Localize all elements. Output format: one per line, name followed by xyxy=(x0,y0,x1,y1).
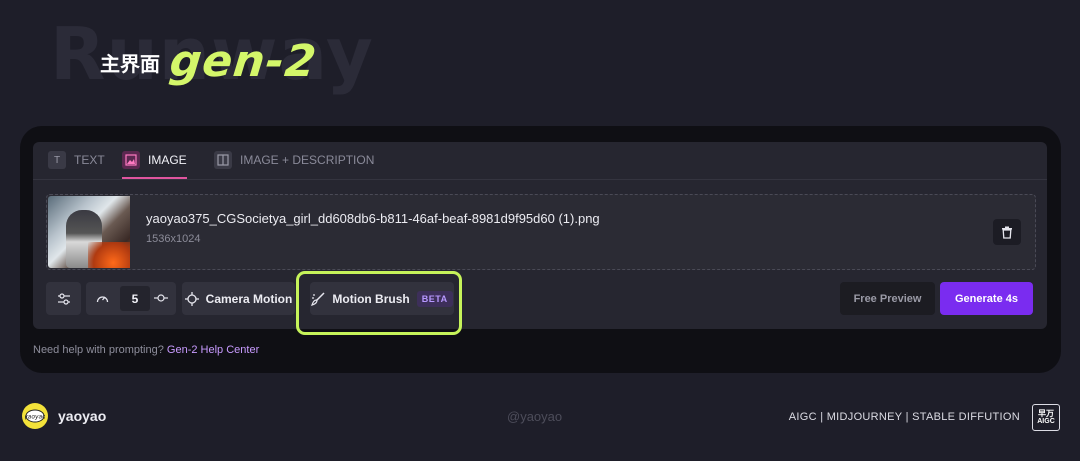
text-icon: T xyxy=(48,151,66,169)
tab-image-description[interactable]: IMAGE + DESCRIPTION xyxy=(214,142,374,178)
image-icon xyxy=(122,151,140,169)
author-block: yaoyao yaoyao xyxy=(22,403,106,429)
tab-label: IMAGE + DESCRIPTION xyxy=(240,153,375,167)
help-center-link[interactable]: Gen-2 Help Center xyxy=(167,344,259,356)
motion-speed-control[interactable]: 5 xyxy=(86,282,176,315)
footer-tags: AIGC | MIDJOURNEY | STABLE DIFFUTION xyxy=(788,411,1020,423)
beta-badge: BETA xyxy=(416,290,453,307)
title-chinese: 主界面 xyxy=(100,51,160,76)
trash-icon xyxy=(1002,226,1012,239)
file-name: yaoyao375_CGSocietya_girl_dd608db6-b811-… xyxy=(146,211,600,226)
uploaded-image-card: yaoyao375_CGSocietya_girl_dd608db6-b811-… xyxy=(46,194,1036,270)
tab-image[interactable]: IMAGE xyxy=(122,142,187,179)
input-mode-tabs: T TEXT IMAGE IMAGE + DESCRIPTION xyxy=(33,142,1047,180)
help-text: Need help with prompting? xyxy=(33,344,164,356)
image-description-icon xyxy=(214,151,232,169)
speed-gauge-icon xyxy=(96,296,109,303)
help-line: Need help with prompting? Gen-2 Help Cen… xyxy=(33,344,259,356)
camera-motion-button[interactable]: Camera Motion xyxy=(182,282,295,315)
brush-icon xyxy=(311,291,325,306)
aigc-logo: 早万 AIGC xyxy=(1032,404,1060,431)
title-gen2: gen-2 xyxy=(167,36,320,87)
logo-line1: 早万 xyxy=(1038,409,1054,418)
author-handle: @yaoyao xyxy=(507,409,563,424)
generate-button[interactable]: Generate 4s xyxy=(940,282,1033,315)
avatar-logo-icon: yaoyao xyxy=(25,409,45,423)
avatar: yaoyao xyxy=(22,403,48,429)
author-name: yaoyao xyxy=(58,408,107,424)
speed-value[interactable]: 5 xyxy=(120,286,150,311)
sliders-icon xyxy=(57,292,70,305)
page-title: 主界面 gen-2 xyxy=(100,36,320,87)
logo-line2: AIGC xyxy=(1037,418,1055,425)
file-dimensions: 1536x1024 xyxy=(146,233,201,245)
tab-label: IMAGE xyxy=(148,153,187,167)
svg-text:yaoyao: yaoyao xyxy=(25,414,45,421)
tab-text[interactable]: T TEXT xyxy=(48,142,105,178)
motion-brush-label: Motion Brush xyxy=(332,291,410,306)
delete-image-button[interactable] xyxy=(993,219,1021,245)
camera-motion-icon xyxy=(184,291,199,306)
tab-label: TEXT xyxy=(74,153,105,167)
camera-motion-label: Camera Motion xyxy=(205,291,293,306)
keyframe-icon xyxy=(154,294,168,302)
settings-button[interactable] xyxy=(46,282,81,315)
motion-brush-button[interactable]: Motion Brush BETA xyxy=(310,282,454,315)
free-preview-button[interactable]: Free Preview xyxy=(840,282,935,315)
image-thumbnail xyxy=(48,196,130,268)
